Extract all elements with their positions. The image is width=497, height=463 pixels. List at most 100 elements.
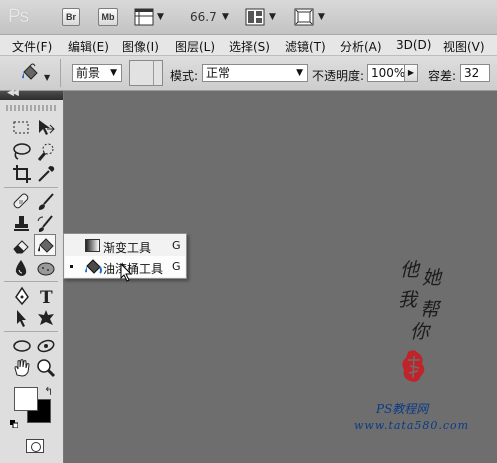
flyout-item-shortcut: G	[172, 260, 181, 273]
3d-rotate-icon	[13, 340, 31, 352]
history-brush-icon	[37, 215, 53, 232]
swap-colors-icon[interactable]: ↰	[44, 385, 53, 398]
mode-label: 模式:	[170, 69, 199, 83]
tool-divider	[4, 281, 58, 282]
arrange-documents-button[interactable]	[245, 8, 265, 26]
menu-layer[interactable]: 图层(L)	[175, 38, 215, 55]
flyout-item-shortcut: G	[172, 239, 181, 252]
menu-3d[interactable]: 3D(D)	[396, 38, 431, 52]
tools-panel-header[interactable]: ◀◀	[0, 88, 63, 100]
menu-analysis[interactable]: 分析(A)	[340, 38, 382, 55]
bridge-button[interactable]: Br	[62, 8, 80, 26]
selected-bullet-icon	[70, 265, 73, 268]
tool-preset-dropdown-icon[interactable]: ▼	[44, 73, 50, 82]
3d-orbit-icon	[37, 339, 55, 353]
pattern-picker-dropdown[interactable]	[153, 60, 163, 86]
panel-grip[interactable]	[6, 105, 56, 111]
watermark-char: 他	[400, 259, 420, 281]
opacity-slider-button[interactable]: ▶	[404, 64, 418, 82]
arrange-documents-icon	[245, 8, 265, 26]
tool-divider	[4, 187, 58, 188]
eyedropper-icon	[38, 166, 55, 182]
rectangular-marquee-icon	[13, 121, 29, 134]
screen-mode-button[interactable]	[294, 8, 314, 26]
blur-tool[interactable]	[11, 257, 33, 279]
menu-edit[interactable]: 编辑(E)	[68, 38, 109, 55]
zoom-level[interactable]: 66.7	[190, 10, 217, 24]
type-icon: T	[40, 288, 53, 307]
lasso-tool[interactable]	[11, 141, 33, 163]
eraser-tool[interactable]	[11, 235, 33, 257]
screen-mode-dropdown-icon[interactable]: ▼	[318, 12, 325, 22]
zoom-tool[interactable]	[35, 357, 57, 379]
opacity-input[interactable]: 100%	[367, 64, 405, 82]
chevron-down-icon: ▼	[110, 68, 117, 78]
default-colors-button[interactable]	[10, 417, 19, 429]
red-seal-stamp	[400, 348, 430, 388]
menu-image[interactable]: 图像(I)	[122, 38, 159, 55]
crop-icon	[13, 165, 31, 183]
custom-shape-tool[interactable]	[35, 307, 57, 329]
type-tool[interactable]: T	[35, 285, 57, 307]
svg-text:T: T	[40, 288, 53, 307]
screen-mode-icon	[294, 8, 314, 26]
application-bar: Ps Br Mb ▼ 66.7 ▼ ▼ ▼	[0, 0, 497, 35]
collapse-panel-icon[interactable]: ◀◀	[7, 88, 19, 98]
healing-brush-tool[interactable]	[11, 191, 33, 213]
3d-rotate-tool[interactable]	[11, 335, 33, 357]
move-tool[interactable]	[35, 117, 57, 139]
sponge-tool[interactable]	[35, 257, 57, 279]
watermark-site-title: PS教程网	[376, 402, 429, 416]
menu-file[interactable]: 文件(F)	[12, 38, 52, 55]
pen-tool[interactable]	[11, 285, 33, 307]
custom-shape-icon	[38, 310, 54, 325]
mini-bridge-button[interactable]: Mb	[98, 8, 118, 26]
view-extras-dropdown-icon[interactable]: ▼	[157, 12, 164, 22]
hand-tool[interactable]	[11, 357, 33, 379]
quick-mask-button[interactable]	[26, 439, 44, 453]
menu-bar: 文件(F) 编辑(E) 图像(I) 图层(L) 选择(S) 滤镜(T) 分析(A…	[0, 35, 497, 56]
paint-bucket-preset-icon	[22, 63, 38, 80]
view-extras-button[interactable]	[134, 8, 154, 26]
clone-stamp-icon	[14, 216, 29, 231]
eyedropper-tool[interactable]	[35, 163, 57, 185]
blend-mode-value: 正常	[206, 66, 231, 80]
path-selection-tool[interactable]	[11, 307, 33, 329]
arrange-documents-dropdown-icon[interactable]: ▼	[269, 12, 276, 22]
chevron-down-icon: ▼	[296, 68, 303, 78]
paint-bucket-tool[interactable]	[34, 234, 56, 256]
view-extras-icon	[134, 8, 154, 26]
tolerance-input[interactable]: 32	[460, 64, 490, 82]
sponge-icon	[37, 262, 55, 276]
crop-tool[interactable]	[11, 163, 33, 185]
eraser-icon	[13, 240, 29, 254]
clone-stamp-tool[interactable]	[11, 213, 33, 235]
menu-filter[interactable]: 滤镜(T)	[285, 38, 326, 55]
menu-select[interactable]: 选择(S)	[229, 38, 270, 55]
blend-mode-select[interactable]: 正常 ▼	[202, 64, 308, 82]
history-brush-tool[interactable]	[35, 213, 57, 235]
tool-divider	[4, 331, 58, 332]
mouse-pointer-icon	[120, 262, 134, 286]
quick-selection-tool[interactable]	[35, 141, 57, 163]
flyout-item-label: 渐变工具	[103, 241, 152, 255]
zoom-dropdown-icon[interactable]: ▼	[222, 12, 229, 22]
watermark-site-url: www.tata580.com	[354, 419, 470, 432]
watermark-char: 我	[398, 289, 418, 311]
pen-icon	[15, 286, 29, 306]
fill-source-select[interactable]: 前景 ▼	[72, 64, 122, 82]
marquee-tool[interactable]	[11, 117, 33, 139]
foreground-color-swatch[interactable]	[14, 387, 38, 411]
3d-orbit-tool[interactable]	[35, 335, 57, 357]
menu-view[interactable]: 视图(V)	[443, 38, 485, 55]
default-colors-icon	[10, 420, 19, 429]
flyout-item-gradient-tool[interactable]: 渐变工具 G	[65, 235, 185, 256]
band-aid-icon	[13, 193, 29, 209]
watermark-char: 你	[410, 321, 430, 343]
brush-tool[interactable]	[35, 191, 57, 213]
options-divider	[60, 59, 61, 87]
tool-preset-picker[interactable]	[20, 63, 44, 81]
gradient-icon	[85, 239, 100, 252]
magnifier-icon	[37, 359, 56, 378]
opacity-value: 100%	[371, 66, 406, 80]
